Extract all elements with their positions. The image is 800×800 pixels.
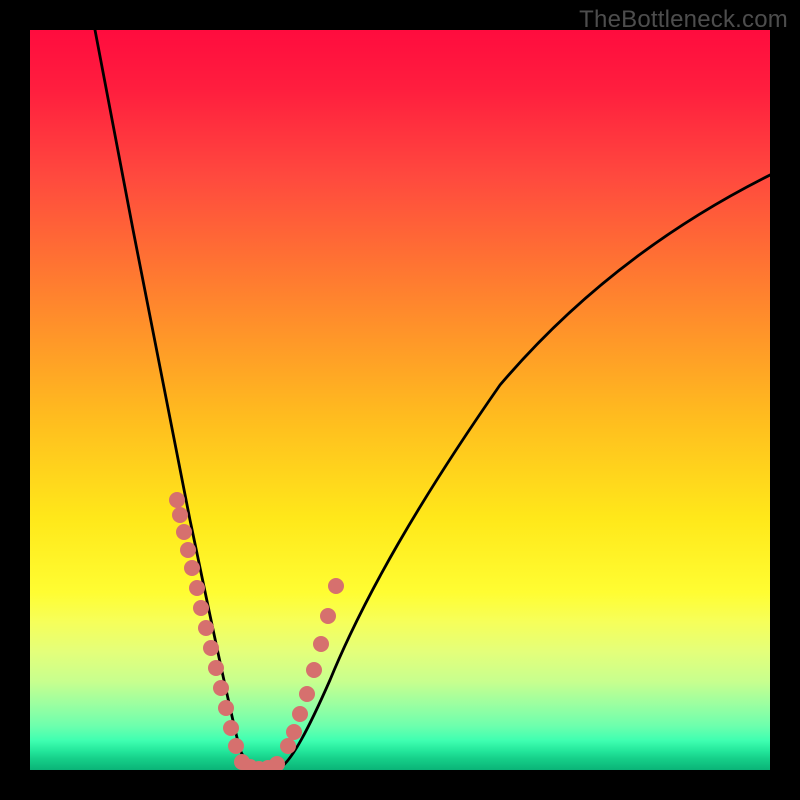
chart-frame: TheBottleneck.com (0, 0, 800, 800)
bottleneck-curve (95, 30, 770, 769)
curve-layer (30, 30, 770, 770)
watermark-text: TheBottleneck.com (579, 6, 788, 34)
dots-bottom-cluster (234, 754, 285, 770)
plot-area (30, 30, 770, 770)
